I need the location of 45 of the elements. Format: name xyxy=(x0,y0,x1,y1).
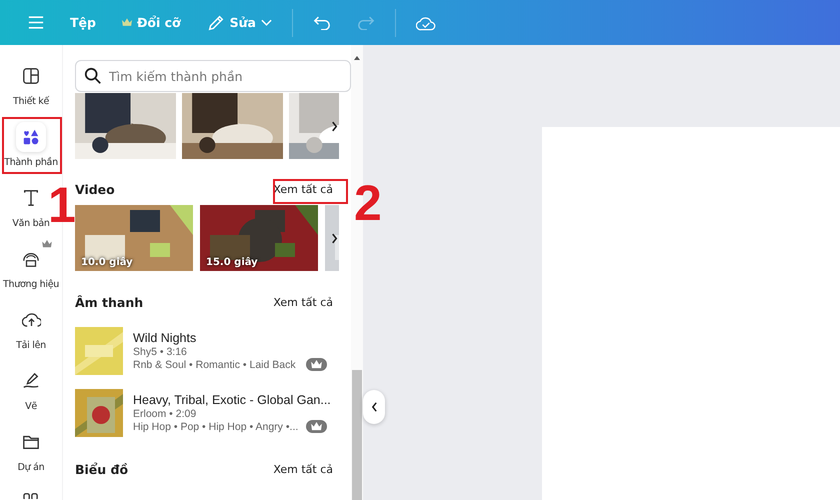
track-meta: Shy5 • 3:16 xyxy=(133,346,188,358)
sidebar-item[interactable]: Thiết kế xyxy=(13,61,49,112)
sidebar-item[interactable]: Vẽ xyxy=(16,366,46,417)
search-field[interactable]: Tìm kiếm thành phần xyxy=(75,60,351,92)
layout-icon xyxy=(22,67,40,85)
video-thumbnail[interactable]: 15.0 giây xyxy=(200,205,318,271)
video-duration: 15.0 giây xyxy=(206,257,258,268)
audio-track[interactable]: Heavy, Tribal, Exotic - Global Gan... Erloom • 2:09 Hip Hop • Pop • Hip Hop • Angry •... xyxy=(75,387,339,439)
pencil-icon xyxy=(206,14,225,32)
sidebar-item[interactable]: Tải lên xyxy=(16,305,46,356)
chevron-left-icon xyxy=(370,402,378,412)
brand-icon xyxy=(22,250,40,268)
caret-icon xyxy=(261,18,272,26)
undo-icon[interactable] xyxy=(313,15,331,30)
text-icon xyxy=(22,189,40,207)
search-icon xyxy=(84,67,102,85)
folder-icon xyxy=(22,433,40,451)
upload-cloud-icon xyxy=(22,312,40,328)
section-title: Âm thanh xyxy=(75,294,144,310)
track-tags: Rnb & Soul • Romantic • Laid Back xyxy=(133,359,296,371)
track-title: Heavy, Tribal, Exotic - Global Gan... xyxy=(133,393,331,407)
scrollbar-thumb[interactable] xyxy=(352,370,362,500)
track-meta: Erloom • 2:09 xyxy=(133,408,198,420)
track-tags: Hip Hop • Pop • Hip Hop • Angry •... xyxy=(133,421,331,433)
step-number: 2 xyxy=(354,178,382,228)
audio-track[interactable]: Wild Nights Shy5 • 3:16 Rnb & Soul • Romantic • Laid Back xyxy=(75,325,339,377)
section-title: Video xyxy=(75,182,115,196)
sidebar-item[interactable]: Thành phần xyxy=(4,122,58,173)
sidebar-item[interactable]: Dự án xyxy=(16,427,46,478)
see-all-link[interactable]: Xem tất cả xyxy=(267,292,339,312)
video-duration: 10.0 giây xyxy=(81,257,133,268)
section-title: Biểu đồ xyxy=(75,462,128,476)
sidebar-item[interactable]: Thương hiệu xyxy=(3,244,59,295)
menu-icon[interactable] xyxy=(28,16,44,29)
sidebar-item[interactable]: Văn bản xyxy=(12,183,50,234)
see-all-link[interactable]: Xem tất cả xyxy=(267,180,339,198)
cloud-check-icon[interactable] xyxy=(416,14,436,30)
shapes-icon xyxy=(22,128,40,146)
step-number: 1 xyxy=(48,180,76,230)
track-title: Wild Nights xyxy=(133,331,198,345)
see-all-link[interactable]: Xem tất cả xyxy=(267,460,339,478)
draw-icon xyxy=(22,372,40,390)
highlight-frame xyxy=(2,117,62,174)
apps-icon[interactable] xyxy=(22,492,40,499)
crown-icon xyxy=(122,18,132,27)
